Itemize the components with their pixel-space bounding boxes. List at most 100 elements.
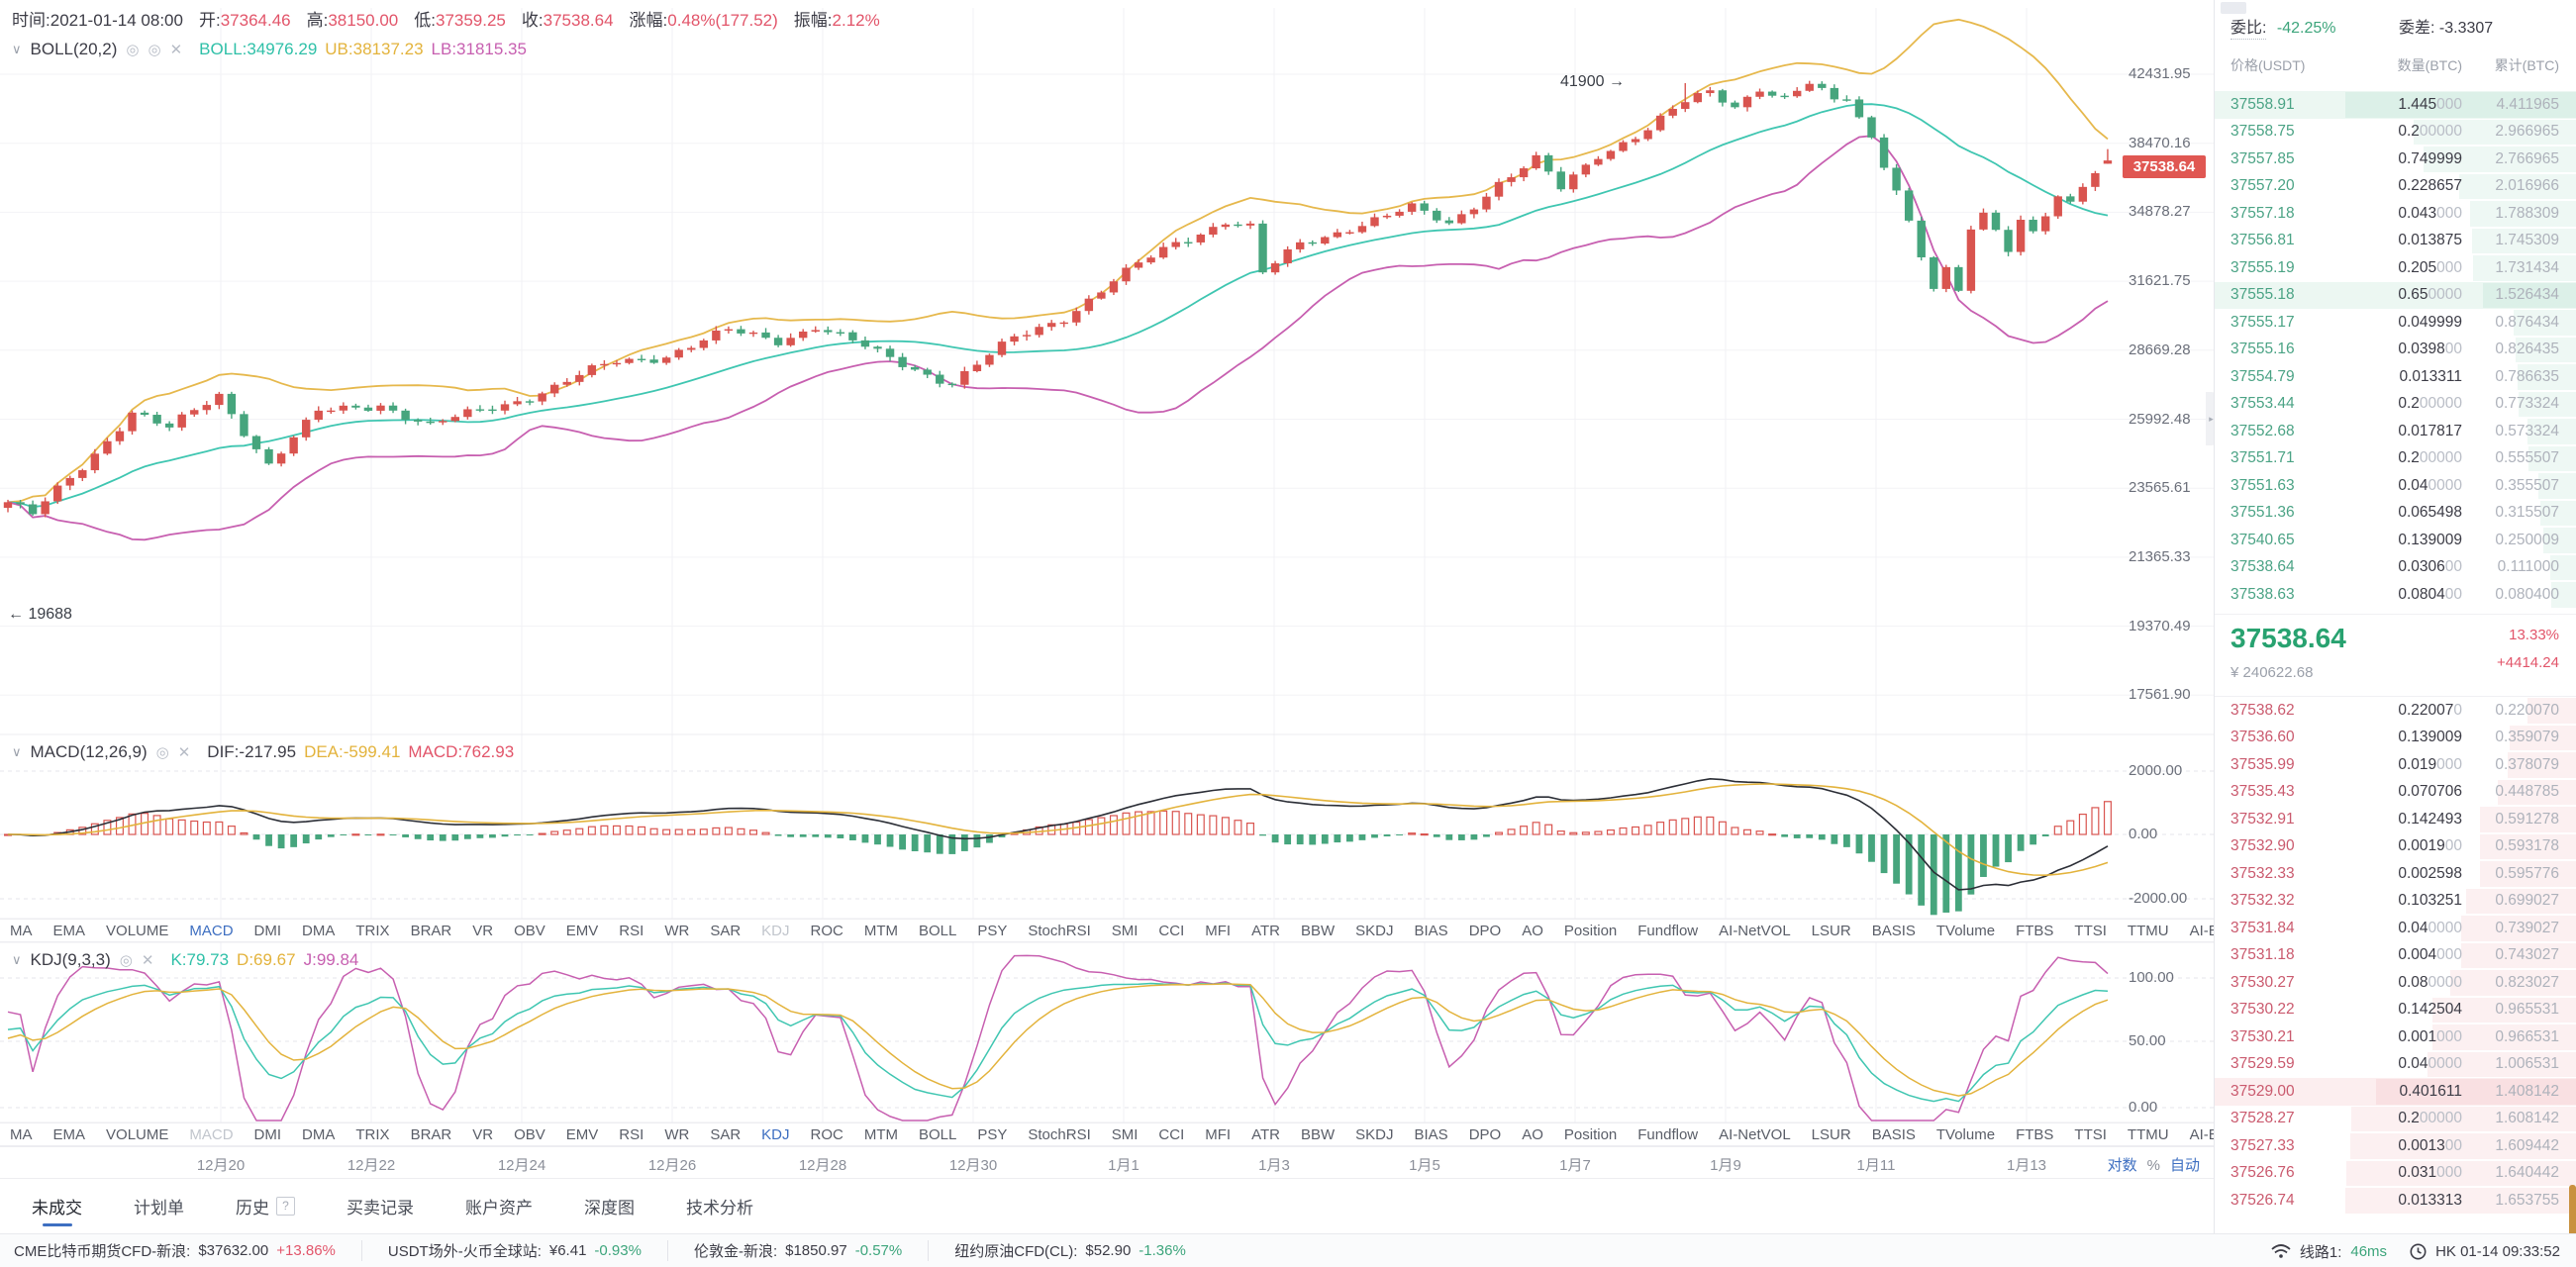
indicator-tab-boll[interactable]: BOLL [919,923,956,939]
indicator-tab-emv[interactable]: EMV [566,923,599,939]
bid-row[interactable]: 37532.330.0025980.595776 [2215,860,2576,888]
bid-row[interactable]: 37530.270.0800000.823027 [2215,969,2576,997]
indicator-tab-ttmu[interactable]: TTMU [2128,1126,2169,1143]
ask-row[interactable]: 37538.630.0804000.080400 [2215,581,2576,609]
indicator-tab-tvolume[interactable]: TVolume [1936,923,1995,939]
indicator-tab-basis[interactable]: BASIS [1872,1126,1916,1143]
ask-row[interactable]: 37555.170.0499990.876434 [2215,309,2576,337]
indicator-tab-psy[interactable]: PSY [977,1126,1007,1143]
bid-row[interactable]: 37530.220.1425040.965531 [2215,997,2576,1024]
indicator-tab-smi[interactable]: SMI [1112,1126,1139,1143]
ask-row[interactable]: 37555.180.6500001.526434 [2215,282,2576,310]
ask-row[interactable]: 37538.640.0306000.111000 [2215,554,2576,582]
bid-row[interactable]: 37526.760.0310001.640442 [2215,1160,2576,1188]
ask-row[interactable]: 37557.200.2286572.016966 [2215,173,2576,201]
indicator-tab-dpo[interactable]: DPO [1469,923,1502,939]
bottom-tab-历史[interactable]: 历史? [236,1179,295,1234]
ask-row[interactable]: 37556.810.0138751.745309 [2215,228,2576,255]
indicator-tab-skdj[interactable]: SKDJ [1355,1126,1393,1143]
indicator-tab-fundflow[interactable]: Fundflow [1637,1126,1698,1143]
indicator-tab-bbw[interactable]: BBW [1301,1126,1335,1143]
indicator-tab-ao[interactable]: AO [1522,923,1543,939]
indicator-tab-cci[interactable]: CCI [1158,923,1184,939]
indicator-tab-ai-netvol[interactable]: AI-NetVOL [1719,1126,1791,1143]
indicator-tab-volume[interactable]: VOLUME [106,923,168,939]
bottom-tab-未成交[interactable]: 未成交 [32,1179,82,1234]
axis-control-对数[interactable]: 对数 [2108,1157,2137,1174]
indicator-tab-macd[interactable]: MACD [189,1126,233,1143]
indicator-tab-vr[interactable]: VR [472,923,493,939]
indicator-tab-ftbs[interactable]: FTBS [2016,923,2053,939]
indicator-tab-stochrsi[interactable]: StochRSI [1028,1126,1090,1143]
indicator-tab-basis[interactable]: BASIS [1872,923,1916,939]
bottom-tab-深度图[interactable]: 深度图 [584,1179,635,1234]
indicator-tab-mfi[interactable]: MFI [1205,1126,1231,1143]
close-icon[interactable]: ✕ [170,41,183,58]
indicator-tab-mtm[interactable]: MTM [864,1126,898,1143]
chevron-down-icon[interactable]: ∨ [12,952,22,968]
indicator-tab-atr[interactable]: ATR [1251,1126,1280,1143]
bid-row[interactable]: 37535.990.0190000.378079 [2215,751,2576,779]
indicator-tab-ttsi[interactable]: TTSI [2074,1126,2107,1143]
indicator-tab-position[interactable]: Position [1564,1126,1617,1143]
orderbook-scrollbar-thumb[interactable] [2569,1185,2576,1233]
bid-row[interactable]: 37538.620.2200700.220070 [2215,697,2576,725]
indicator-tab-obv[interactable]: OBV [514,923,545,939]
indicator-tab-dpo[interactable]: DPO [1469,1126,1502,1143]
indicator-tab-dma[interactable]: DMA [302,923,335,939]
chevron-down-icon[interactable]: ∨ [12,744,22,760]
indicator-tab-vr[interactable]: VR [472,1126,493,1143]
ask-row[interactable]: 37555.160.0398000.826435 [2215,337,2576,364]
bid-row[interactable]: 37532.900.0019000.593178 [2215,833,2576,861]
indicator-tab-bbw[interactable]: BBW [1301,923,1335,939]
indicator-tab-dma[interactable]: DMA [302,1126,335,1143]
indicator-tab-wr[interactable]: WR [664,923,689,939]
indicator-tab-cci[interactable]: CCI [1158,1126,1184,1143]
bottom-tab-账户资产[interactable]: 账户资产 [465,1179,533,1234]
indicator-tab-ma[interactable]: MA [10,1126,33,1143]
ask-row[interactable]: 37557.180.0430001.788309 [2215,200,2576,228]
indicator-tab-stochrsi[interactable]: StochRSI [1028,923,1090,939]
settings-icon[interactable]: ◎ [156,743,169,761]
ask-row[interactable]: 37553.440.2000000.773324 [2215,391,2576,419]
ask-row[interactable]: 37540.650.1390090.250009 [2215,527,2576,554]
bottom-tab-技术分析[interactable]: 技术分析 [686,1179,753,1234]
indicator-tab-emv[interactable]: EMV [566,1126,599,1143]
indicator-tab-kdj[interactable]: KDJ [761,923,789,939]
indicator-tab-volume[interactable]: VOLUME [106,1126,168,1143]
bid-row[interactable]: 37527.330.0013001.609442 [2215,1132,2576,1160]
ask-row[interactable]: 37552.680.0178170.573324 [2215,418,2576,445]
bid-row[interactable]: 37529.000.4016111.408142 [2215,1078,2576,1106]
indicator-tab-lsur[interactable]: LSUR [1812,1126,1851,1143]
indicator-tab-kdj[interactable]: KDJ [761,1126,789,1143]
indicator-tab-lsur[interactable]: LSUR [1812,923,1851,939]
help-icon[interactable]: ? [276,1197,295,1216]
indicator-tab-position[interactable]: Position [1564,923,1617,939]
chevron-down-icon[interactable]: ∨ [12,42,22,57]
ask-row[interactable]: 37555.190.2050001.731434 [2215,254,2576,282]
indicator-tab-ai-netvol[interactable]: AI-NetVOL [1719,923,1791,939]
bottom-tab-计划单[interactable]: 计划单 [134,1179,184,1234]
bid-row[interactable]: 37536.600.1390090.359079 [2215,725,2576,752]
bid-row[interactable]: 37532.320.1032510.699027 [2215,888,2576,916]
indicator-tab-ema[interactable]: EMA [53,923,86,939]
indicator-tab-rsi[interactable]: RSI [619,923,644,939]
axis-control-自动[interactable]: 自动 [2170,1157,2200,1174]
bid-row[interactable]: 37529.590.0400001.006531 [2215,1051,2576,1079]
axis-control-%[interactable]: % [2147,1157,2160,1174]
indicator-tab-sar[interactable]: SAR [710,1126,741,1143]
indicator-tab-macd[interactable]: MACD [189,923,233,939]
indicator-tab-psy[interactable]: PSY [977,923,1007,939]
indicator-tab-smi[interactable]: SMI [1112,923,1139,939]
bid-row[interactable]: 37531.180.0040000.743027 [2215,942,2576,970]
indicator-tab-trix[interactable]: TRIX [355,923,389,939]
indicator-tab-bias[interactable]: BIAS [1415,923,1448,939]
indicator-tab-rsi[interactable]: RSI [619,1126,644,1143]
indicator-tab-brar[interactable]: BRAR [411,1126,452,1143]
indicator-tab-sar[interactable]: SAR [710,923,741,939]
indicator-tab-ftbs[interactable]: FTBS [2016,1126,2053,1143]
ask-row[interactable]: 37558.911.4450004.411965 [2215,91,2576,119]
indicator-tab-mfi[interactable]: MFI [1205,923,1231,939]
bid-row[interactable]: 37532.910.1424930.591278 [2215,806,2576,833]
ask-row[interactable]: 37551.710.2000000.555507 [2215,445,2576,473]
